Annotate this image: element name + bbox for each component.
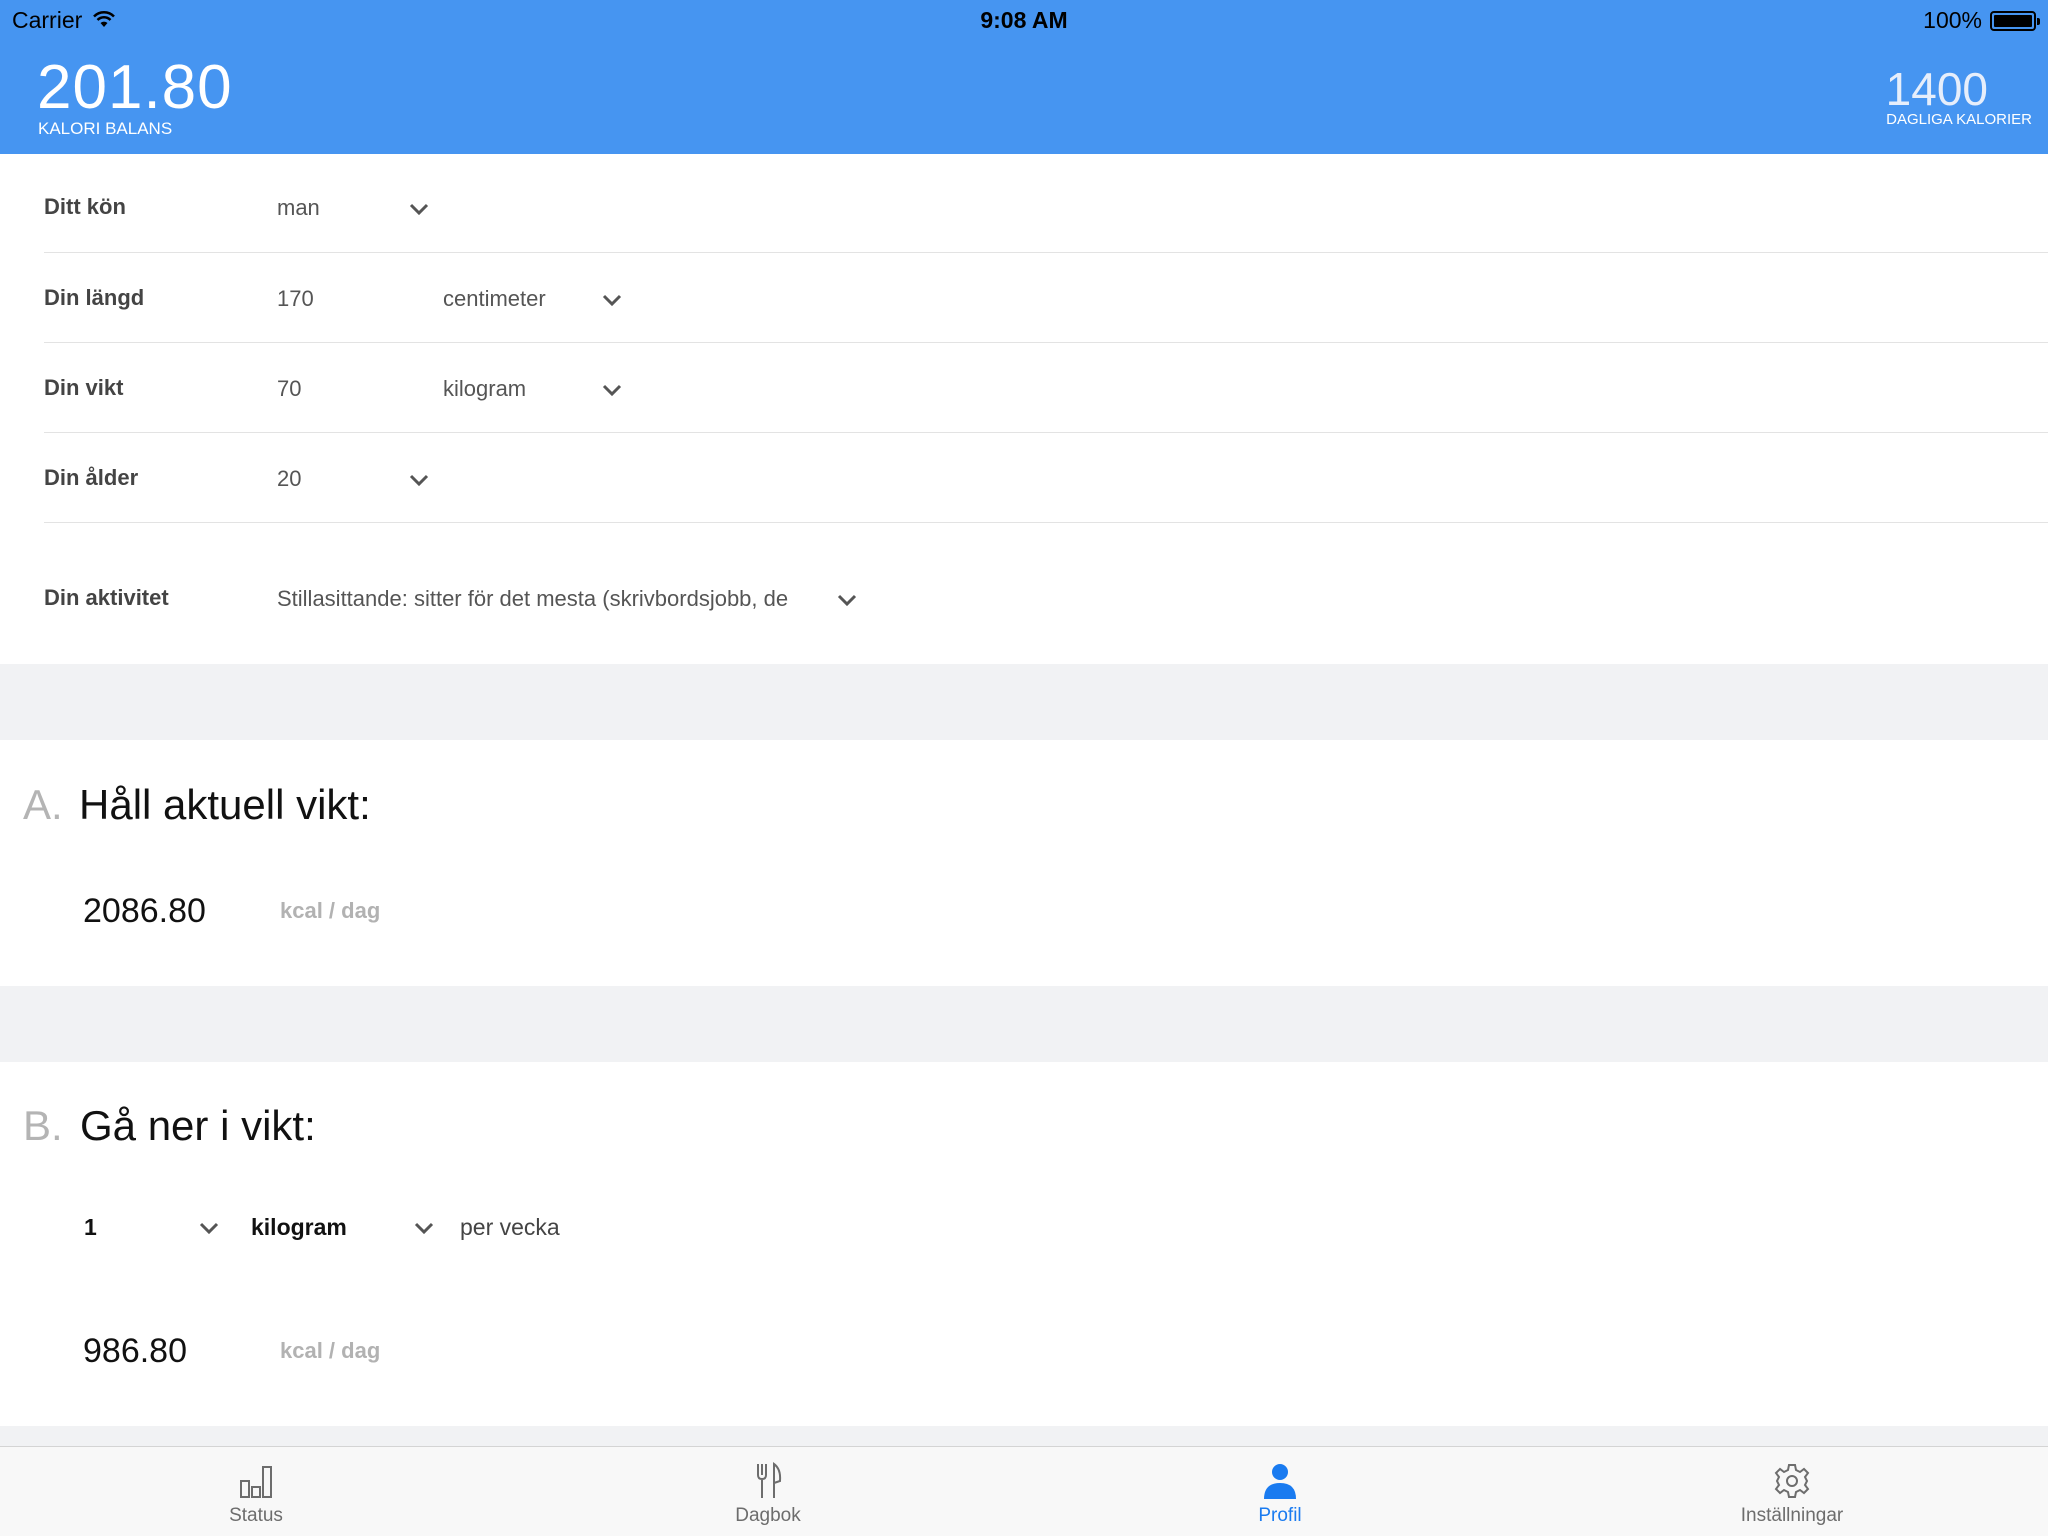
gender-value[interactable]: man	[277, 195, 320, 221]
loss-amount-select[interactable]: 1	[84, 1214, 97, 1241]
section-divider	[0, 664, 2048, 740]
battery-icon	[1990, 10, 2040, 31]
age-label: Din ålder	[44, 465, 139, 490]
section-divider	[0, 986, 2048, 1062]
calorie-balance-label: KALORI BALANS	[38, 119, 173, 138]
tab-installningar[interactable]: Inställningar	[1692, 1447, 1892, 1536]
height-row[interactable]: Din längd 170 centimeter	[44, 253, 2048, 343]
tab-installningar-label: Inställningar	[1740, 1505, 1844, 1526]
section-b-title: Gå ner i vikt:	[80, 1102, 316, 1149]
weight-input[interactable]: 70	[277, 376, 301, 402]
section-a-letter: A.	[23, 781, 63, 828]
lose-kcal-value: 986.80	[83, 1332, 187, 1370]
section-a-title: Håll aktuell vikt:	[79, 781, 371, 828]
weight-label: Din vikt	[44, 375, 124, 400]
tab-dagbok-label: Dagbok	[735, 1505, 801, 1526]
gender-label: Ditt kön	[44, 194, 126, 219]
activity-value[interactable]: Stillasittande: sitter för det mesta (sk…	[277, 586, 837, 612]
section-b-letter: B.	[23, 1102, 63, 1149]
loss-unit-select[interactable]: kilogram	[251, 1214, 347, 1241]
activity-row[interactable]: Din aktivitet Stillasittande: sitter för…	[44, 523, 2048, 664]
lose-kcal-unit: kcal / dag	[280, 1338, 381, 1363]
tab-profil-label: Profil	[1258, 1505, 1302, 1526]
chevron-down-icon[interactable]	[413, 1221, 435, 1235]
weight-unit-select[interactable]: kilogram	[443, 376, 526, 402]
tab-profil[interactable]: Profil	[1180, 1447, 1380, 1536]
gender-row[interactable]: Ditt kön man	[44, 154, 2048, 253]
tab-status[interactable]: Status	[156, 1447, 356, 1536]
status-battery: 100%	[1923, 7, 2040, 34]
loss-period-label: per vecka	[460, 1214, 560, 1240]
section-divider	[0, 1426, 2048, 1446]
battery-percent: 100%	[1923, 7, 1982, 33]
tab-status-label: Status	[229, 1505, 283, 1526]
activity-label: Din aktivitet	[44, 585, 169, 610]
age-value[interactable]: 20	[277, 466, 301, 492]
chevron-down-icon[interactable]	[408, 202, 430, 216]
height-label: Din längd	[44, 285, 145, 310]
header-bar: Carrier 9:08 AM 100% 201.80 KALORI BALAN…	[0, 0, 2048, 154]
daily-calories-label: DAGLIGA KALORIER	[1886, 111, 2032, 128]
chevron-down-icon[interactable]	[601, 383, 623, 397]
chevron-down-icon[interactable]	[408, 473, 430, 487]
maintain-kcal-unit: kcal / dag	[280, 898, 381, 923]
calorie-balance-value: 201.80	[37, 53, 233, 122]
bar-chart-icon	[238, 1461, 274, 1501]
fork-knife-icon	[750, 1461, 786, 1501]
chevron-down-icon[interactable]	[198, 1221, 220, 1235]
weight-row[interactable]: Din vikt 70 kilogram	[44, 343, 2048, 433]
height-unit-select[interactable]: centimeter	[443, 286, 546, 312]
gear-icon	[1774, 1461, 1810, 1501]
chevron-down-icon[interactable]	[601, 293, 623, 307]
daily-calories-value[interactable]: 1400	[1886, 62, 1988, 116]
person-icon	[1262, 1461, 1298, 1501]
tab-dagbok[interactable]: Dagbok	[668, 1447, 868, 1536]
age-row[interactable]: Din ålder 20	[44, 433, 2048, 523]
chevron-down-icon[interactable]	[836, 593, 858, 607]
maintain-kcal-value: 2086.80	[83, 892, 206, 930]
status-time: 9:08 AM	[980, 7, 1068, 33]
height-input[interactable]: 170	[277, 286, 314, 312]
tab-bar: Status Dagbok Profil Inställningar	[0, 1446, 2048, 1536]
